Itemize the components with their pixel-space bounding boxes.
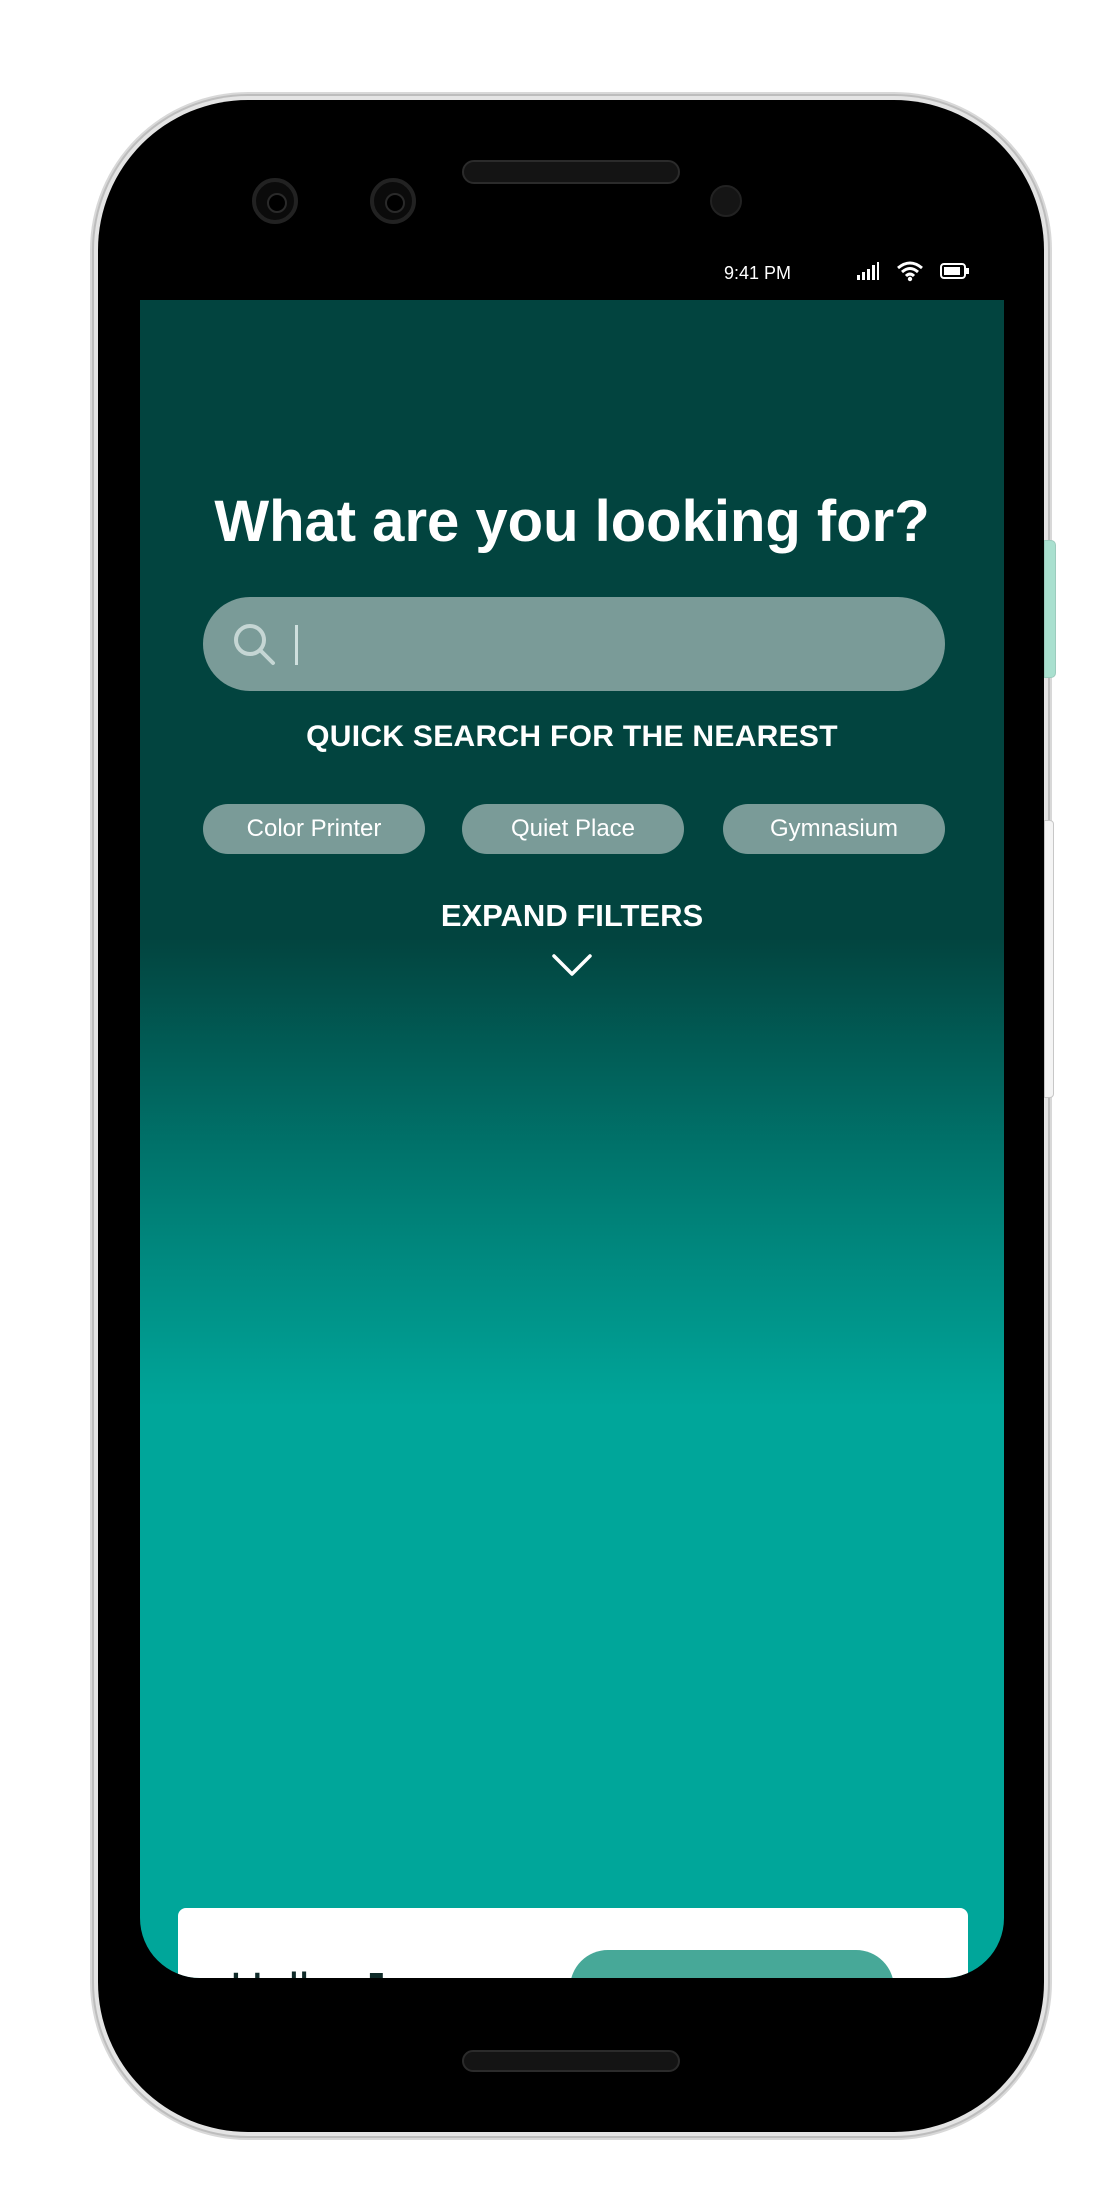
home-indicator [462, 2050, 680, 2072]
status-time: 9:41 PM [724, 263, 792, 283]
quick-search-heading: QUICK SEARCH FOR THE NEAREST [306, 720, 838, 753]
search-icon [234, 624, 275, 665]
expand-filters-button[interactable]: EXPAND FILTERS [140, 898, 1004, 934]
greeting: Hello, Joey [230, 1962, 465, 1978]
front-camera-icon [370, 178, 416, 224]
profile-card: Hello, Joey VIEW MY PROFILE [178, 1908, 968, 1978]
greeting-prefix: Hello, [230, 1963, 348, 1978]
page-title: What are you looking for? [214, 489, 930, 554]
signal-icon [857, 262, 879, 280]
earpiece-speaker [462, 160, 680, 184]
chevron-down-icon[interactable] [550, 952, 594, 978]
wifi-icon [897, 261, 923, 282]
battery-icon [940, 263, 969, 279]
side-button-accent [1044, 540, 1056, 678]
status-bar: 9:41 PM [198, 252, 984, 296]
status-icons [856, 260, 970, 282]
proximity-sensor [710, 185, 742, 217]
side-button-volume [1044, 820, 1054, 1098]
app-screen: What are you looking for? QUICK SEARCH F… [140, 300, 1004, 1978]
quick-chip-gymnasium[interactable]: Gymnasium [723, 804, 945, 854]
front-camera-icon [252, 178, 298, 224]
search-input[interactable] [291, 619, 915, 671]
quick-chip-quiet-place[interactable]: Quiet Place [462, 804, 684, 854]
search-bar[interactable] [203, 597, 945, 691]
user-name: Joey [360, 1963, 465, 1978]
view-profile-button[interactable]: VIEW MY PROFILE [570, 1950, 894, 1978]
quick-chip-color-printer[interactable]: Color Printer [203, 804, 425, 854]
